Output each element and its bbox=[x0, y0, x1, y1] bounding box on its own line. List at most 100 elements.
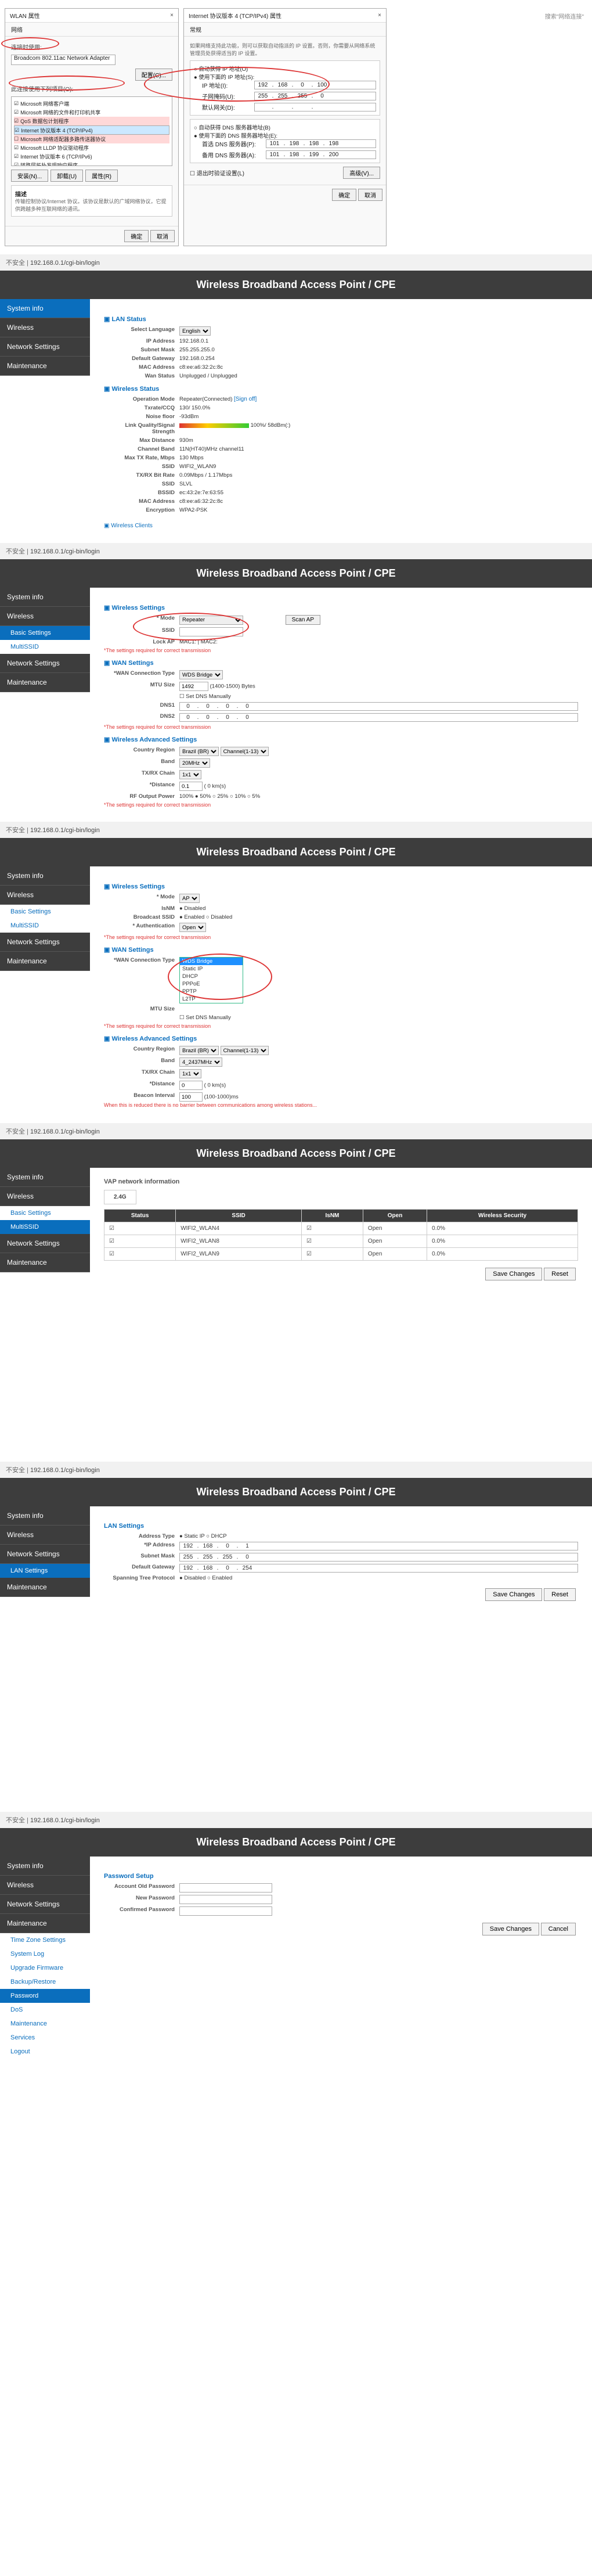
sidebar-item-sysinfo[interactable]: System info bbox=[0, 588, 90, 607]
channel-select[interactable]: Channel(1-13) bbox=[221, 747, 269, 756]
sidebar-item-wireless[interactable]: Wireless bbox=[0, 886, 90, 905]
dropdown-option[interactable]: DHCP bbox=[180, 973, 243, 980]
addr-url[interactable]: 192.168.0.1/cgi-bin/login bbox=[30, 1128, 100, 1135]
protocol-item[interactable]: ☑Microsoft 网络的文件和打印机共享 bbox=[14, 108, 169, 117]
properties-button[interactable]: 属性(R) bbox=[85, 170, 118, 182]
sidebar-item-wireless[interactable]: Wireless bbox=[0, 1526, 90, 1545]
lan-mask-input[interactable]: 255.255.255.0 bbox=[179, 1553, 578, 1562]
sidebar-item-sysinfo[interactable]: System info bbox=[0, 299, 90, 318]
sidebar-item-wireless[interactable]: Wireless bbox=[0, 1187, 90, 1206]
sidebar-item-network[interactable]: Network Settings bbox=[0, 933, 90, 952]
sidebar-item-network[interactable]: Network Settings bbox=[0, 1234, 90, 1253]
chain-select[interactable]: 1x1 bbox=[179, 770, 201, 779]
sidebar-item-network[interactable]: Network Settings bbox=[0, 654, 90, 673]
dns-manual-checkbox[interactable]: ☐ Set DNS Manually bbox=[179, 1014, 231, 1021]
sidebar-item-sysinfo[interactable]: System info bbox=[0, 1857, 90, 1876]
save-button[interactable]: Save Changes bbox=[485, 1268, 542, 1280]
sidebar-item-maint[interactable]: Maintenance bbox=[0, 673, 90, 692]
sidebar-item-wireless[interactable]: Wireless bbox=[0, 318, 90, 337]
sidebar-item-backup[interactable]: Backup/Restore bbox=[0, 1975, 90, 1989]
dns-manual-checkbox[interactable]: ☐ Set DNS Manually bbox=[179, 693, 231, 700]
auth-select[interactable]: Open bbox=[179, 923, 206, 932]
protocol-item[interactable]: ☑链路层拓扑发现响应程序 bbox=[14, 161, 169, 166]
ok-button[interactable]: 确定 bbox=[332, 189, 356, 201]
advanced-button[interactable]: 高级(V)... bbox=[343, 167, 380, 179]
protocol-list[interactable]: ☑Microsoft 网络客户端☑Microsoft 网络的文件和打印机共享☑Q… bbox=[11, 96, 172, 166]
sidebar-item-sysinfo[interactable]: System info bbox=[0, 1168, 90, 1187]
sidebar-item-network[interactable]: Network Settings bbox=[0, 1895, 90, 1914]
lan-gw-input[interactable]: 192.168.0.254 bbox=[179, 1564, 578, 1573]
addr-url[interactable]: 192.168.0.1/cgi-bin/login bbox=[30, 827, 100, 834]
cell-isnm[interactable]: ☑ bbox=[301, 1247, 363, 1260]
distance-input[interactable] bbox=[179, 1081, 203, 1090]
bcast-radio[interactable]: ● Enabled bbox=[179, 914, 204, 920]
install-button[interactable]: 安装(N)... bbox=[11, 170, 48, 182]
chain-select[interactable]: 1x1 bbox=[179, 1069, 201, 1078]
sidebar-item-multissid[interactable]: MultiSSID bbox=[0, 640, 90, 654]
save-button[interactable]: Save Changes bbox=[485, 1588, 542, 1601]
dropdown-option[interactable]: PPPoE bbox=[180, 980, 243, 988]
addr-type-radios[interactable]: ● Static IP ○ DHCP bbox=[179, 1533, 578, 1539]
channel-select[interactable]: Channel(1-13) bbox=[221, 1046, 269, 1055]
tab-network[interactable]: 网络 bbox=[5, 23, 178, 37]
uninstall-button[interactable]: 卸载(U) bbox=[50, 170, 83, 182]
save-button[interactable]: Save Changes bbox=[482, 1923, 539, 1935]
configure-button[interactable]: 配置(C)... bbox=[135, 69, 172, 81]
ok-button[interactable]: 确定 bbox=[124, 230, 149, 242]
sidebar-item-wireless[interactable]: Wireless bbox=[0, 607, 90, 626]
sidebar-item-network[interactable]: Network Settings bbox=[0, 1545, 90, 1564]
sidebar-item-dos[interactable]: DoS bbox=[0, 2003, 90, 2017]
sidebar-item-basic[interactable]: Basic Settings bbox=[0, 1206, 90, 1220]
language-select[interactable]: English bbox=[179, 326, 211, 336]
sidebar-item-maint[interactable]: Maintenance bbox=[0, 1578, 90, 1597]
adapter-combo[interactable]: Broadcom 802.11ac Network Adapter bbox=[11, 55, 115, 65]
addr-url[interactable]: 192.168.0.1/cgi-bin/login bbox=[30, 1467, 100, 1474]
distance-input[interactable] bbox=[179, 782, 203, 791]
auto-dns-radio[interactable]: ○ 自动获得 DNS 服务器地址(B) bbox=[194, 125, 270, 131]
scan-ap-button[interactable]: Scan AP bbox=[286, 615, 320, 625]
wan-type-dropdown-open[interactable]: WDS Bridge Static IP DHCP PPPoE PPTP L2T… bbox=[179, 957, 243, 1003]
lan-ip-input[interactable]: 192.168.0.1 bbox=[179, 1542, 578, 1550]
sidebar-item-network[interactable]: Network Settings bbox=[0, 337, 90, 357]
cell-status[interactable]: ☑ bbox=[104, 1247, 176, 1260]
sidebar-item-lan[interactable]: LAN Settings bbox=[0, 1564, 90, 1578]
protocol-item[interactable]: ☑Internet 协议版本 6 (TCP/IPv6) bbox=[14, 152, 169, 161]
sidebar-item-maint2[interactable]: Maintenance bbox=[0, 2017, 90, 2031]
addr-url[interactable]: 192.168.0.1/cgi-bin/login bbox=[30, 1817, 100, 1824]
sidebar-item-sysinfo[interactable]: System info bbox=[0, 1506, 90, 1526]
protocol-item[interactable]: ☑Microsoft 网络客户端 bbox=[14, 99, 169, 108]
sidebar-item-multissid[interactable]: MultiSSID bbox=[0, 1220, 90, 1234]
cell-isnm[interactable]: ☑ bbox=[301, 1222, 363, 1235]
dropdown-option[interactable]: WDS Bridge bbox=[180, 958, 243, 965]
sidebar-item-syslog[interactable]: System Log bbox=[0, 1947, 90, 1961]
dns1-input[interactable]: 0.0.0.0 bbox=[179, 702, 578, 711]
dns2-input[interactable]: 0.0.0.0 bbox=[179, 713, 578, 722]
wan-type-select[interactable]: WDS Bridge bbox=[179, 670, 223, 679]
dns1-input[interactable]: 101.198.198.198 bbox=[266, 139, 376, 148]
sidebar-item-basic[interactable]: Basic Settings bbox=[0, 905, 90, 919]
new-password-input[interactable] bbox=[179, 1895, 272, 1904]
reset-button[interactable]: Reset bbox=[544, 1268, 576, 1280]
cell-isnm[interactable]: ☑ bbox=[301, 1235, 363, 1247]
use-dns-radio[interactable]: ● 使用下面的 DNS 服务器地址(E): bbox=[194, 133, 277, 139]
dropdown-option[interactable]: L2TP bbox=[180, 995, 243, 1003]
sidebar-item-wireless[interactable]: Wireless bbox=[0, 1876, 90, 1895]
sidebar-item-maint[interactable]: Maintenance bbox=[0, 357, 90, 376]
use-ip-radio[interactable]: ● 使用下面的 IP 地址(S): bbox=[194, 74, 254, 81]
validate-checkbox[interactable]: ☐ 退出时验证设置(L) bbox=[190, 168, 244, 177]
close-icon[interactable]: × bbox=[378, 12, 381, 19]
isnm-radio[interactable]: ● Disabled bbox=[179, 905, 205, 912]
close-icon[interactable]: × bbox=[170, 12, 174, 19]
band-select[interactable]: 20MHz bbox=[179, 758, 210, 768]
old-password-input[interactable] bbox=[179, 1883, 272, 1893]
signoff-link[interactable]: [Sign off] bbox=[234, 396, 257, 402]
hosts-search[interactable]: 搜索"网络连接" bbox=[545, 14, 584, 20]
cell-status[interactable]: ☑ bbox=[104, 1222, 176, 1235]
cancel-button[interactable]: 取消 bbox=[358, 189, 382, 201]
protocol-item[interactable]: ☑Internet 协议版本 4 (TCP/IPv4) bbox=[14, 125, 169, 135]
mode-select[interactable]: Repeater Station AP bbox=[179, 616, 243, 625]
gw-input[interactable]: ... bbox=[254, 103, 376, 111]
cell-status[interactable]: ☑ bbox=[104, 1235, 176, 1247]
tab-general[interactable]: 常规 bbox=[184, 23, 386, 37]
protocol-item[interactable]: ☐Microsoft 网络适配器多路传送器协议 bbox=[14, 135, 169, 143]
